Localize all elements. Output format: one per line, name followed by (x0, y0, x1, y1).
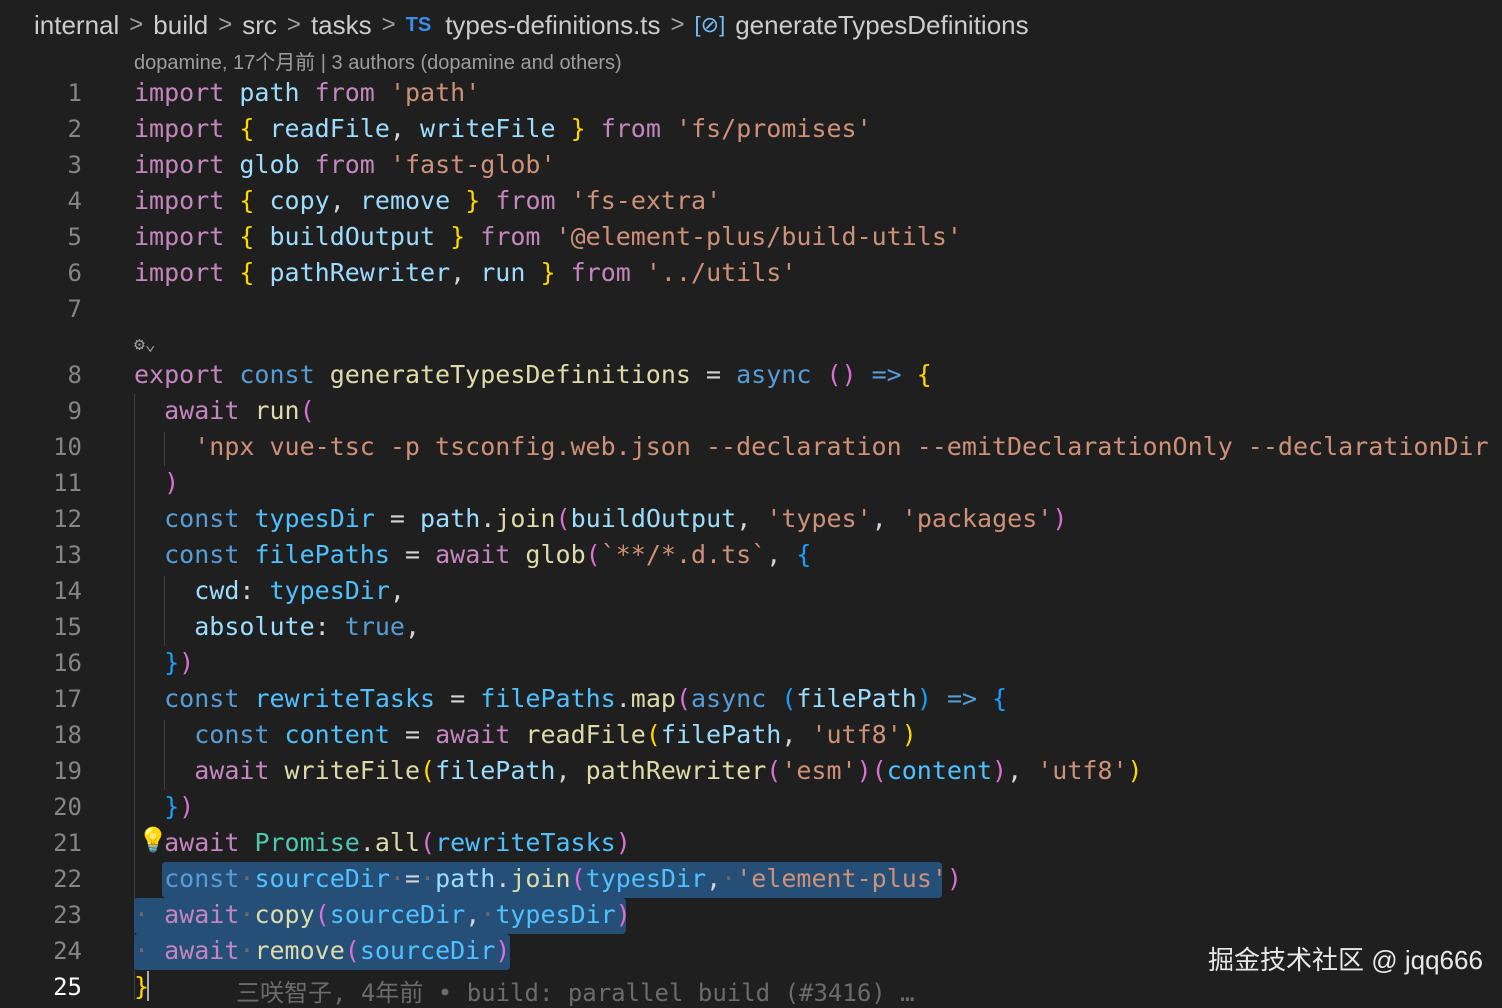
breadcrumb-item-tasks[interactable]: tasks (311, 10, 372, 41)
chevron-right-icon: > (286, 11, 301, 38)
chevron-right-icon: > (381, 11, 396, 38)
line-number: 22 (53, 865, 82, 893)
git-blame-codelens[interactable]: dopamine, 17个月前 | 3 authors (dopamine an… (134, 46, 622, 75)
code-line: }) (164, 648, 195, 677)
code-line: const typesDir = path.join(buildOutput, … (164, 504, 1068, 533)
line-number: 20 (53, 793, 82, 821)
line-number: 1 (67, 79, 82, 107)
code-line: absolute: true, (194, 612, 421, 641)
line-number: 2 (67, 115, 82, 143)
text-cursor (147, 971, 149, 1001)
line-number: 13 (53, 541, 82, 569)
code-line: import { copy, remove } from 'fs-extra' (134, 186, 722, 215)
line-number: 19 (53, 757, 82, 785)
watermark: 掘金技术社区 @ jqq666 (1208, 945, 1483, 975)
breadcrumb-item-src[interactable]: src (242, 10, 277, 41)
breadcrumb-item-internal[interactable]: internal (34, 10, 119, 41)
line-number: 6 (67, 259, 82, 287)
function-symbol-icon: [⊘] (694, 12, 726, 37)
lightbulb-icon[interactable]: 💡 (138, 826, 168, 854)
line-number: 7 (67, 295, 82, 323)
line-number: 11 (53, 469, 82, 497)
code-line: await writeFile(filePath, pathRewriter('… (194, 756, 1143, 785)
chevron-right-icon: > (218, 11, 233, 38)
breadcrumb-item-symbol[interactable]: generateTypesDefinitions (735, 10, 1028, 41)
code-line: await Promise.all(rewriteTasks) (164, 828, 631, 857)
code-line: 'npx vue-tsc -p tsconfig.web.json --decl… (194, 432, 1502, 461)
code-line: export const generateTypesDefinitions = … (134, 360, 932, 389)
code-line: cwd: typesDir, (194, 576, 405, 605)
line-number: 5 (67, 223, 82, 251)
breadcrumb-item-file[interactable]: types-definitions.ts (445, 10, 660, 41)
typescript-file-icon: TS (405, 13, 432, 36)
code-line: const filePaths = await glob(`**/*.d.ts`… (164, 540, 812, 569)
line-number: 23 (53, 901, 82, 929)
code-line: import path from 'path' (134, 78, 481, 107)
chevron-right-icon: > (670, 11, 685, 38)
code-line: }) (164, 792, 195, 821)
inline-git-blame: 三咲智子, 4年前 • build: parallel build (#3416… (236, 979, 915, 1007)
line-number: 4 (67, 187, 82, 215)
line-number: 24 (53, 937, 82, 965)
line-number: 21 (53, 829, 82, 857)
line-number: 3 (67, 151, 82, 179)
line-number: 12 (53, 505, 82, 533)
code-line: await run( (164, 396, 315, 425)
code-line: const content = await readFile(filePath,… (194, 720, 917, 749)
code-line: import { readFile, writeFile } from 'fs/… (134, 114, 872, 143)
line-number: 17 (53, 685, 82, 713)
line-number: 15 (53, 613, 82, 641)
code-line: import { buildOutput } from '@element-pl… (134, 222, 962, 251)
chevron-right-icon: > (129, 11, 144, 38)
code-line: const rewriteTasks = filePaths.map(async… (164, 684, 1008, 713)
code-line: import glob from 'fast-glob' (134, 150, 556, 179)
line-number: 10 (53, 433, 82, 461)
line-number-active: 25 (53, 973, 82, 1001)
code-line: ) (164, 468, 180, 497)
code-line: · await·copy(sourceDir,·typesDir) (134, 900, 631, 929)
codelens-references-icon[interactable]: ⚙⌄ (134, 330, 156, 358)
line-number: 9 (67, 397, 82, 425)
line-number: 8 (67, 361, 82, 389)
code-line: import { pathRewriter, run } from '../ut… (134, 258, 797, 287)
breadcrumb: internal > build > src > tasks > TS type… (34, 6, 1029, 44)
breadcrumb-item-build[interactable]: build (153, 10, 208, 41)
line-number: 14 (53, 577, 82, 605)
code-line: const·sourceDir·=·path.join(typesDir,·'e… (164, 864, 962, 893)
code-line: · await·remove(sourceDir) (134, 936, 511, 965)
line-number: 18 (53, 721, 82, 749)
line-number: 16 (53, 649, 82, 677)
